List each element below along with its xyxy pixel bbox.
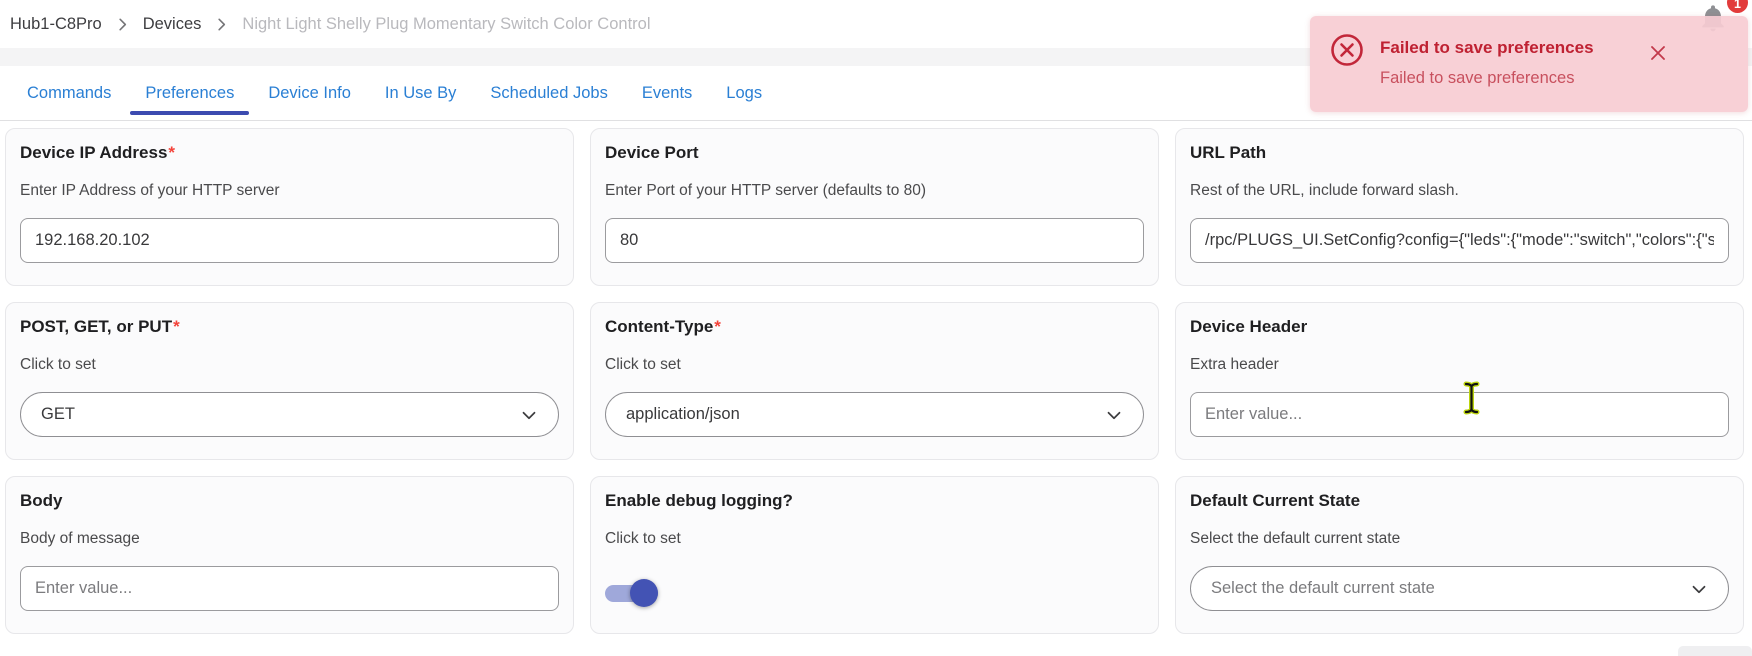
preference-card-device-port: Device Port Enter Port of your HTTP serve… [590,128,1159,286]
enable-debug-logging-toggle[interactable] [605,579,658,607]
toast-close-icon[interactable] [1648,43,1668,63]
required-asterisk: * [714,317,721,336]
dropdown-value: application/json [626,405,740,424]
preference-title: Device Port [605,142,1144,164]
toast-title: Failed to save preferences [1380,38,1594,58]
preference-description: Click to set [605,529,1144,549]
preference-description: Enter Port of your HTTP server (defaults… [605,181,1144,201]
url-path-input[interactable] [1190,218,1729,263]
preference-description: Body of message [20,529,559,549]
preference-description: Enter IP Address of your HTTP server [20,181,559,201]
dropdown-value: GET [41,405,75,424]
tab-logs[interactable]: Logs [709,66,779,120]
breadcrumb-item[interactable]: Hub1-C8Pro [10,15,102,34]
http-method-dropdown[interactable]: GET [20,392,559,437]
preference-description: Click to set [20,355,559,375]
preference-description: Select the default current state [1190,529,1729,549]
device-ip-address-input[interactable] [20,218,559,263]
preference-card-device-header: Device Header Extra header [1175,302,1744,460]
preference-title: Device Header [1190,316,1729,338]
preference-card-content-type: Content-Type* Click to set application/jso… [590,302,1159,460]
preference-title: POST, GET, or PUT* [20,316,559,338]
device-header-input[interactable] [1190,392,1729,437]
preference-description: Rest of the URL, include forward slash. [1190,181,1729,201]
preference-card-http-method: POST, GET, or PUT* Click to set GET [5,302,574,460]
chevron-right-icon [115,17,130,32]
chevron-down-icon [1688,578,1710,600]
dropdown-value: Select the default current state [1211,579,1435,598]
tab-device-info[interactable]: Device Info [251,66,368,120]
preference-card-enable-debug-logging: Enable debug logging? Click to set [590,476,1159,634]
preference-title: Body [20,490,559,512]
error-toast: Failed to save preferences Failed to sav… [1310,16,1748,112]
breadcrumb-item[interactable]: Devices [143,15,202,34]
body-input[interactable] [20,566,559,611]
toast-message: Failed to save preferences [1380,69,1574,88]
required-asterisk: * [168,143,175,162]
toggle-thumb [630,579,658,607]
tab-commands[interactable]: Commands [10,66,128,120]
preference-card-url-path: URL Path Rest of the URL, include forward… [1175,128,1744,286]
preference-title: URL Path [1190,142,1729,164]
preference-title: Device IP Address* [20,142,559,164]
preferences-grid: Device IP Address* Enter IP Address of yo… [5,128,1744,634]
preference-title: Content-Type* [605,316,1144,338]
preference-title: Enable debug logging? [605,490,1144,512]
default-current-state-dropdown[interactable]: Select the default current state [1190,566,1729,611]
breadcrumb-item: Night Light Shelly Plug Momentary Switch… [242,15,650,34]
corner-element [1678,646,1752,656]
tab-scheduled-jobs[interactable]: Scheduled Jobs [473,66,624,120]
preference-title: Default Current State [1190,490,1729,512]
tab-in-use-by[interactable]: In Use By [368,66,474,120]
chevron-right-icon [214,17,229,32]
required-asterisk: * [173,317,180,336]
content-type-dropdown[interactable]: application/json [605,392,1144,437]
preference-description: Extra header [1190,355,1729,375]
tab-events[interactable]: Events [625,66,709,120]
chevron-down-icon [1103,404,1125,426]
tab-preferences[interactable]: Preferences [128,66,251,120]
device-port-input[interactable] [605,218,1144,263]
error-circle-icon [1330,33,1364,72]
chevron-down-icon [518,404,540,426]
preference-card-default-current-state: Default Current State Select the default … [1175,476,1744,634]
preference-description: Click to set [605,355,1144,375]
preference-card-body: Body Body of message [5,476,574,634]
breadcrumb: Hub1-C8Pro Devices Night Light Shelly Plug… [10,15,651,34]
preference-card-device-ip-address: Device IP Address* Enter IP Address of yo… [5,128,574,286]
